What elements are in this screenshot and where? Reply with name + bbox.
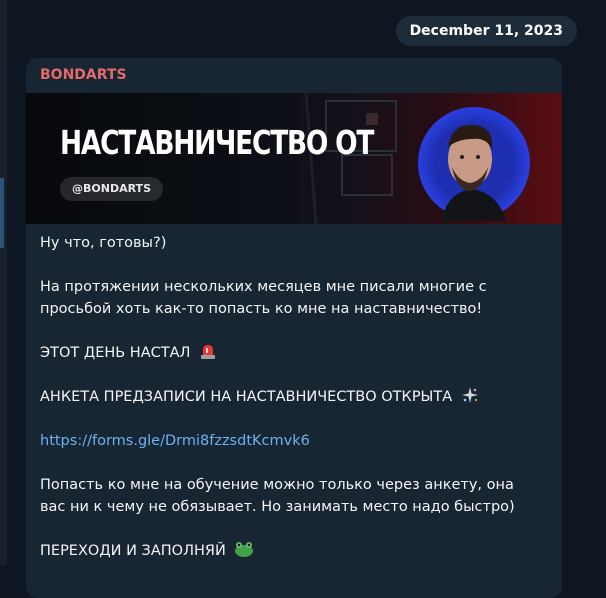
text-line: вас ни к чему не обязывает. Но занимать … (40, 499, 515, 515)
banner-handle-badge: @BONDARTS (60, 177, 163, 201)
text-line: Попасть ко мне на обучение можно только … (40, 477, 514, 493)
text-line: просьбой хоть как-то попасть ко мне на н… (40, 301, 483, 317)
banner-title: НАСТАВНИЧЕСТВО ОТ (60, 123, 374, 162)
message-link[interactable]: https://forms.gle/Drmi8fzzsdtKcmvk6 (40, 430, 550, 452)
message-text: Ну что, готовы?) На протяжении нескольки… (40, 232, 550, 562)
text-line-with-emoji: ПЕРЕХОДИ И ЗАПОЛНЯЙ (40, 540, 550, 562)
text-line: АНКЕТА ПРЕДЗАПИСИ НА НАСТАВНИЧЕСТВО ОТКР… (40, 389, 453, 405)
text-line: ЭТОТ ДЕНЬ НАСТАЛ (40, 345, 191, 361)
author-portrait (418, 107, 530, 221)
sparkles-icon (461, 387, 478, 403)
selected-chat-indicator (0, 178, 4, 248)
siren-icon (201, 345, 216, 359)
message-image-banner[interactable]: НАСТАВНИЧЕСТВО ОТ @BONDARTS (26, 93, 562, 224)
date-separator: December 11, 2023 (395, 16, 577, 46)
text-line: Ну что, готовы?) (40, 235, 167, 251)
text-line: ПЕРЕХОДИ И ЗАПОЛНЯЙ (40, 543, 226, 559)
chat-list-edge (0, 0, 7, 565)
frog-icon (235, 542, 254, 557)
link-text[interactable]: https://forms.gle/Drmi8fzzsdtKcmvk6 (40, 433, 310, 449)
text-line-with-emoji: АНКЕТА ПРЕДЗАПИСИ НА НАСТАВНИЧЕСТВО ОТКР… (40, 386, 550, 408)
text-line: На протяжении нескольких месяцев мне пис… (40, 279, 487, 295)
message-author[interactable]: BONDARTS (40, 67, 127, 83)
text-line-with-emoji: ЭТОТ ДЕНЬ НАСТАЛ (40, 342, 550, 364)
message-bubble[interactable]: BONDARTS НАСТАВНИЧЕСТВО ОТ @BONDARTS Ну … (26, 58, 562, 598)
